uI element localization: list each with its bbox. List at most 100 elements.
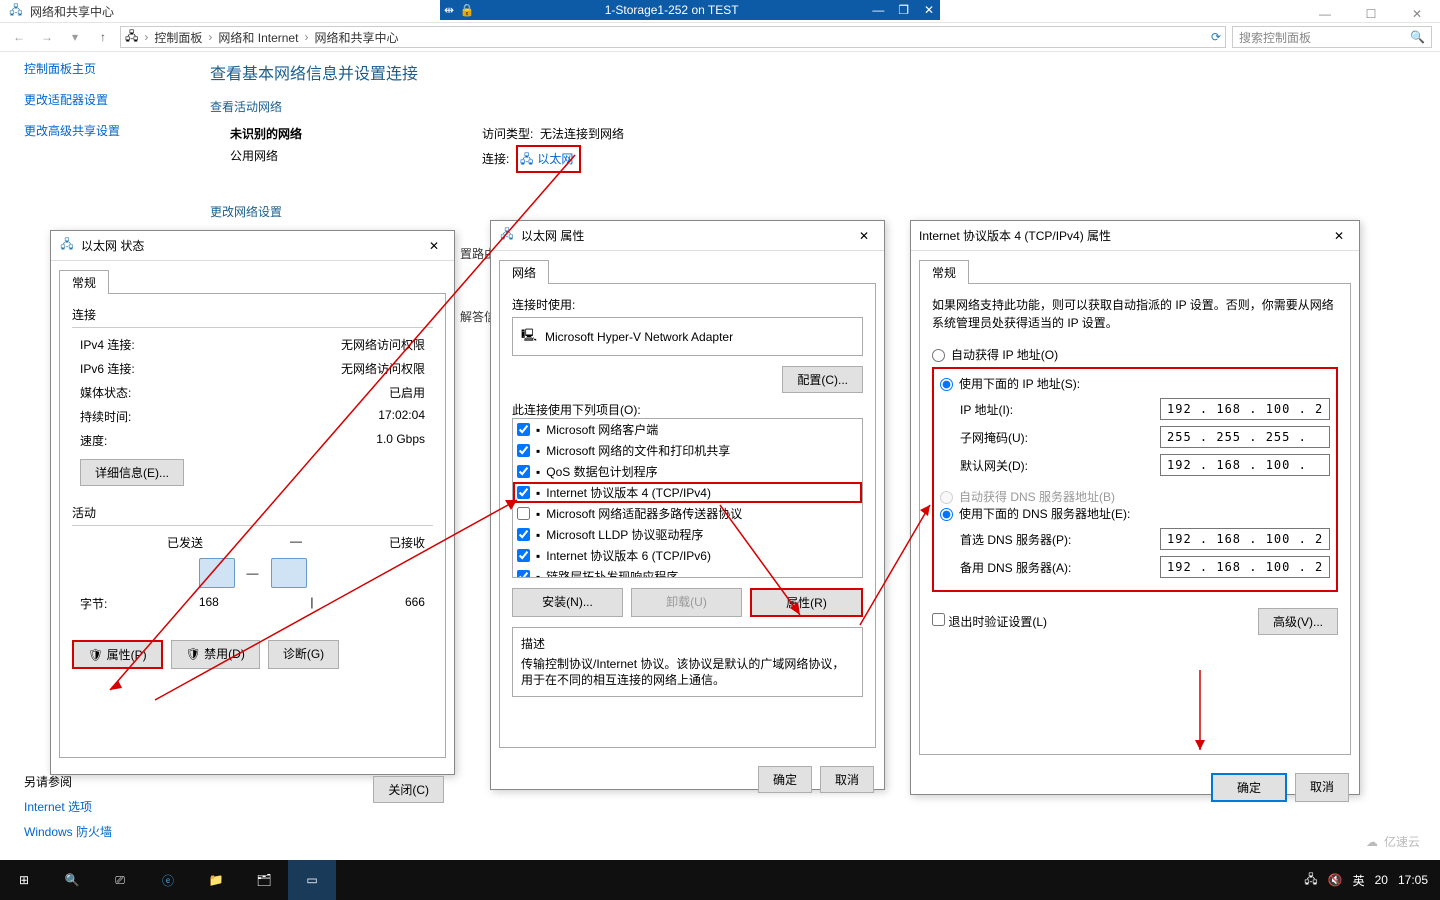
- duration-value: 17:02:04: [378, 408, 425, 425]
- auto-dns-radio: [940, 491, 953, 504]
- system-tray[interactable]: 🖧 🔇 英 20 17:05: [1304, 870, 1440, 891]
- ip-input[interactable]: [1160, 398, 1330, 420]
- disable-button[interactable]: 🛡 禁用(D): [171, 640, 260, 669]
- forward-button[interactable]: →: [36, 26, 58, 48]
- close-icon[interactable]: ✕: [852, 229, 876, 243]
- mask-input[interactable]: [1160, 426, 1330, 448]
- network-tray-icon[interactable]: 🖧: [1304, 870, 1317, 891]
- app-button[interactable]: ▭: [288, 860, 336, 900]
- app-button[interactable]: 🗂: [240, 860, 288, 900]
- crumb-mid[interactable]: 网络和 Internet: [218, 29, 298, 46]
- validate-checkbox[interactable]: 退出时验证设置(L): [932, 613, 1047, 630]
- protocol-checkbox[interactable]: [517, 486, 530, 499]
- up-button[interactable]: ↑: [92, 26, 114, 48]
- protocol-icon: ▪: [536, 444, 540, 458]
- ethernet-link[interactable]: 🖧以太网: [516, 145, 581, 173]
- ie-button[interactable]: ⓔ: [144, 860, 192, 900]
- dns1-input[interactable]: [1160, 528, 1330, 550]
- connect-using-label: 连接时使用:: [512, 296, 863, 313]
- description-text: 传输控制协议/Internet 协议。该协议是默认的广域网络协议，用于在不同的相…: [521, 656, 854, 688]
- items-label: 此连接使用下列项目(O):: [512, 401, 863, 418]
- item-properties-button[interactable]: 属性(R): [750, 588, 863, 617]
- remote-close[interactable]: ✕: [918, 3, 940, 17]
- tab-network[interactable]: 网络: [499, 260, 549, 284]
- use-ip-radio[interactable]: [940, 378, 953, 391]
- protocol-label: Microsoft LLDP 协议驱动程序: [546, 526, 703, 543]
- protocol-item[interactable]: ▪链路层拓扑发现响应程序: [513, 566, 862, 578]
- details-button[interactable]: 详细信息(E)...: [80, 459, 184, 486]
- dns2-input[interactable]: [1160, 556, 1330, 578]
- protocol-item[interactable]: ▪Microsoft 网络适配器多路传送器协议: [513, 503, 862, 524]
- active-networks-label: 查看活动网络: [210, 98, 970, 115]
- advanced-button[interactable]: 高级(V)...: [1258, 608, 1338, 635]
- close-button[interactable]: 关闭(C): [373, 776, 444, 803]
- start-button[interactable]: ⊞: [0, 860, 48, 900]
- remote-minimize[interactable]: —: [867, 3, 889, 17]
- close-icon[interactable]: ✕: [422, 239, 446, 253]
- protocol-checkbox[interactable]: [517, 528, 530, 541]
- diagnose-button[interactable]: 诊断(G): [268, 640, 339, 669]
- ime-indicator[interactable]: 英: [1353, 872, 1365, 889]
- tab-general[interactable]: 常规: [59, 270, 109, 294]
- watermark: ☁亿速云: [1366, 833, 1420, 850]
- protocol-icon: ▪: [536, 486, 540, 500]
- protocol-label: 链路层拓扑发现响应程序: [546, 568, 678, 578]
- link-icon: —: [247, 566, 259, 580]
- protocol-checkbox[interactable]: [517, 465, 530, 478]
- mask-label: 子网掩码(U):: [960, 429, 1028, 446]
- pin-icon[interactable]: ⇹: [440, 3, 458, 17]
- install-button[interactable]: 安装(N)...: [512, 588, 623, 617]
- cancel-button[interactable]: 取消: [1295, 773, 1349, 802]
- search-button[interactable]: 🔍: [48, 860, 96, 900]
- protocol-checkbox[interactable]: [517, 423, 530, 436]
- close-icon[interactable]: ✕: [1327, 229, 1351, 243]
- properties-button[interactable]: 🛡 属性(P): [72, 640, 163, 669]
- protocol-checkbox[interactable]: [517, 549, 530, 562]
- back-button[interactable]: ←: [8, 26, 30, 48]
- protocol-checkbox[interactable]: [517, 507, 530, 520]
- ok-button[interactable]: 确定: [1211, 773, 1287, 802]
- ipv6-label: IPv6 连接:: [80, 360, 135, 377]
- protocol-icon: ▪: [536, 465, 540, 479]
- crumb-root[interactable]: 控制面板: [154, 29, 202, 46]
- refresh-button[interactable]: ⟳: [1211, 30, 1221, 44]
- protocol-checkbox[interactable]: [517, 444, 530, 457]
- crumb-leaf[interactable]: 网络和共享中心: [314, 29, 398, 46]
- taskview-button[interactable]: ⎚: [96, 860, 144, 900]
- auto-ip-radio[interactable]: [932, 349, 945, 362]
- cancel-button[interactable]: 取消: [820, 766, 874, 793]
- use-dns-radio[interactable]: [940, 508, 953, 521]
- access-type-value: 无法连接到网络: [540, 127, 624, 141]
- protocol-item[interactable]: ▪Microsoft LLDP 协议驱动程序: [513, 524, 862, 545]
- search-box[interactable]: 搜索控制面板 🔍: [1232, 26, 1432, 48]
- nav-home[interactable]: 控制面板主页: [24, 60, 184, 77]
- explorer-button[interactable]: 📁: [192, 860, 240, 900]
- ipv4-value: 无网络访问权限: [341, 336, 425, 353]
- clock[interactable]: 17:05: [1398, 873, 1428, 887]
- remote-restore[interactable]: ❐: [893, 3, 915, 17]
- recent-button[interactable]: ▾: [64, 26, 86, 48]
- media-value: 已启用: [389, 384, 425, 401]
- protocol-label: Microsoft 网络客户端: [546, 421, 658, 438]
- address-bar[interactable]: 🖧 › 控制面板 › 网络和 Internet › 网络和共享中心 ⟳: [120, 26, 1226, 48]
- protocol-item[interactable]: ▪Microsoft 网络客户端: [513, 419, 862, 440]
- windows-firewall-link[interactable]: Windows 防火墙: [24, 823, 112, 840]
- protocol-checkbox[interactable]: [517, 570, 530, 578]
- protocol-item[interactable]: ▪Internet 协议版本 4 (TCP/IPv4): [513, 482, 862, 503]
- adapter-icon: 🖳: [521, 326, 537, 347]
- ok-button[interactable]: 确定: [758, 766, 812, 793]
- protocol-item[interactable]: ▪Internet 协议版本 6 (TCP/IPv6): [513, 545, 862, 566]
- protocol-item[interactable]: ▪Microsoft 网络的文件和打印机共享: [513, 440, 862, 461]
- protocol-list[interactable]: ▪Microsoft 网络客户端▪Microsoft 网络的文件和打印机共享▪Q…: [512, 418, 863, 578]
- nav-adapter[interactable]: 更改适配器设置: [24, 91, 184, 108]
- taskbar: ⊞ 🔍 ⎚ ⓔ 📁 🗂 ▭ 🖧 🔇 英 20 17:05: [0, 860, 1440, 900]
- configure-button[interactable]: 配置(C)...: [782, 366, 863, 393]
- nav-sharing[interactable]: 更改高级共享设置: [24, 122, 184, 139]
- protocol-icon: ▪: [536, 507, 540, 521]
- lock-icon[interactable]: 🔒: [458, 3, 476, 17]
- gateway-input[interactable]: [1160, 454, 1330, 476]
- sound-tray-icon[interactable]: 🔇: [1328, 873, 1343, 887]
- protocol-item[interactable]: ▪QoS 数据包计划程序: [513, 461, 862, 482]
- tab-general[interactable]: 常规: [919, 260, 969, 284]
- bytes-sent: 168: [199, 595, 219, 612]
